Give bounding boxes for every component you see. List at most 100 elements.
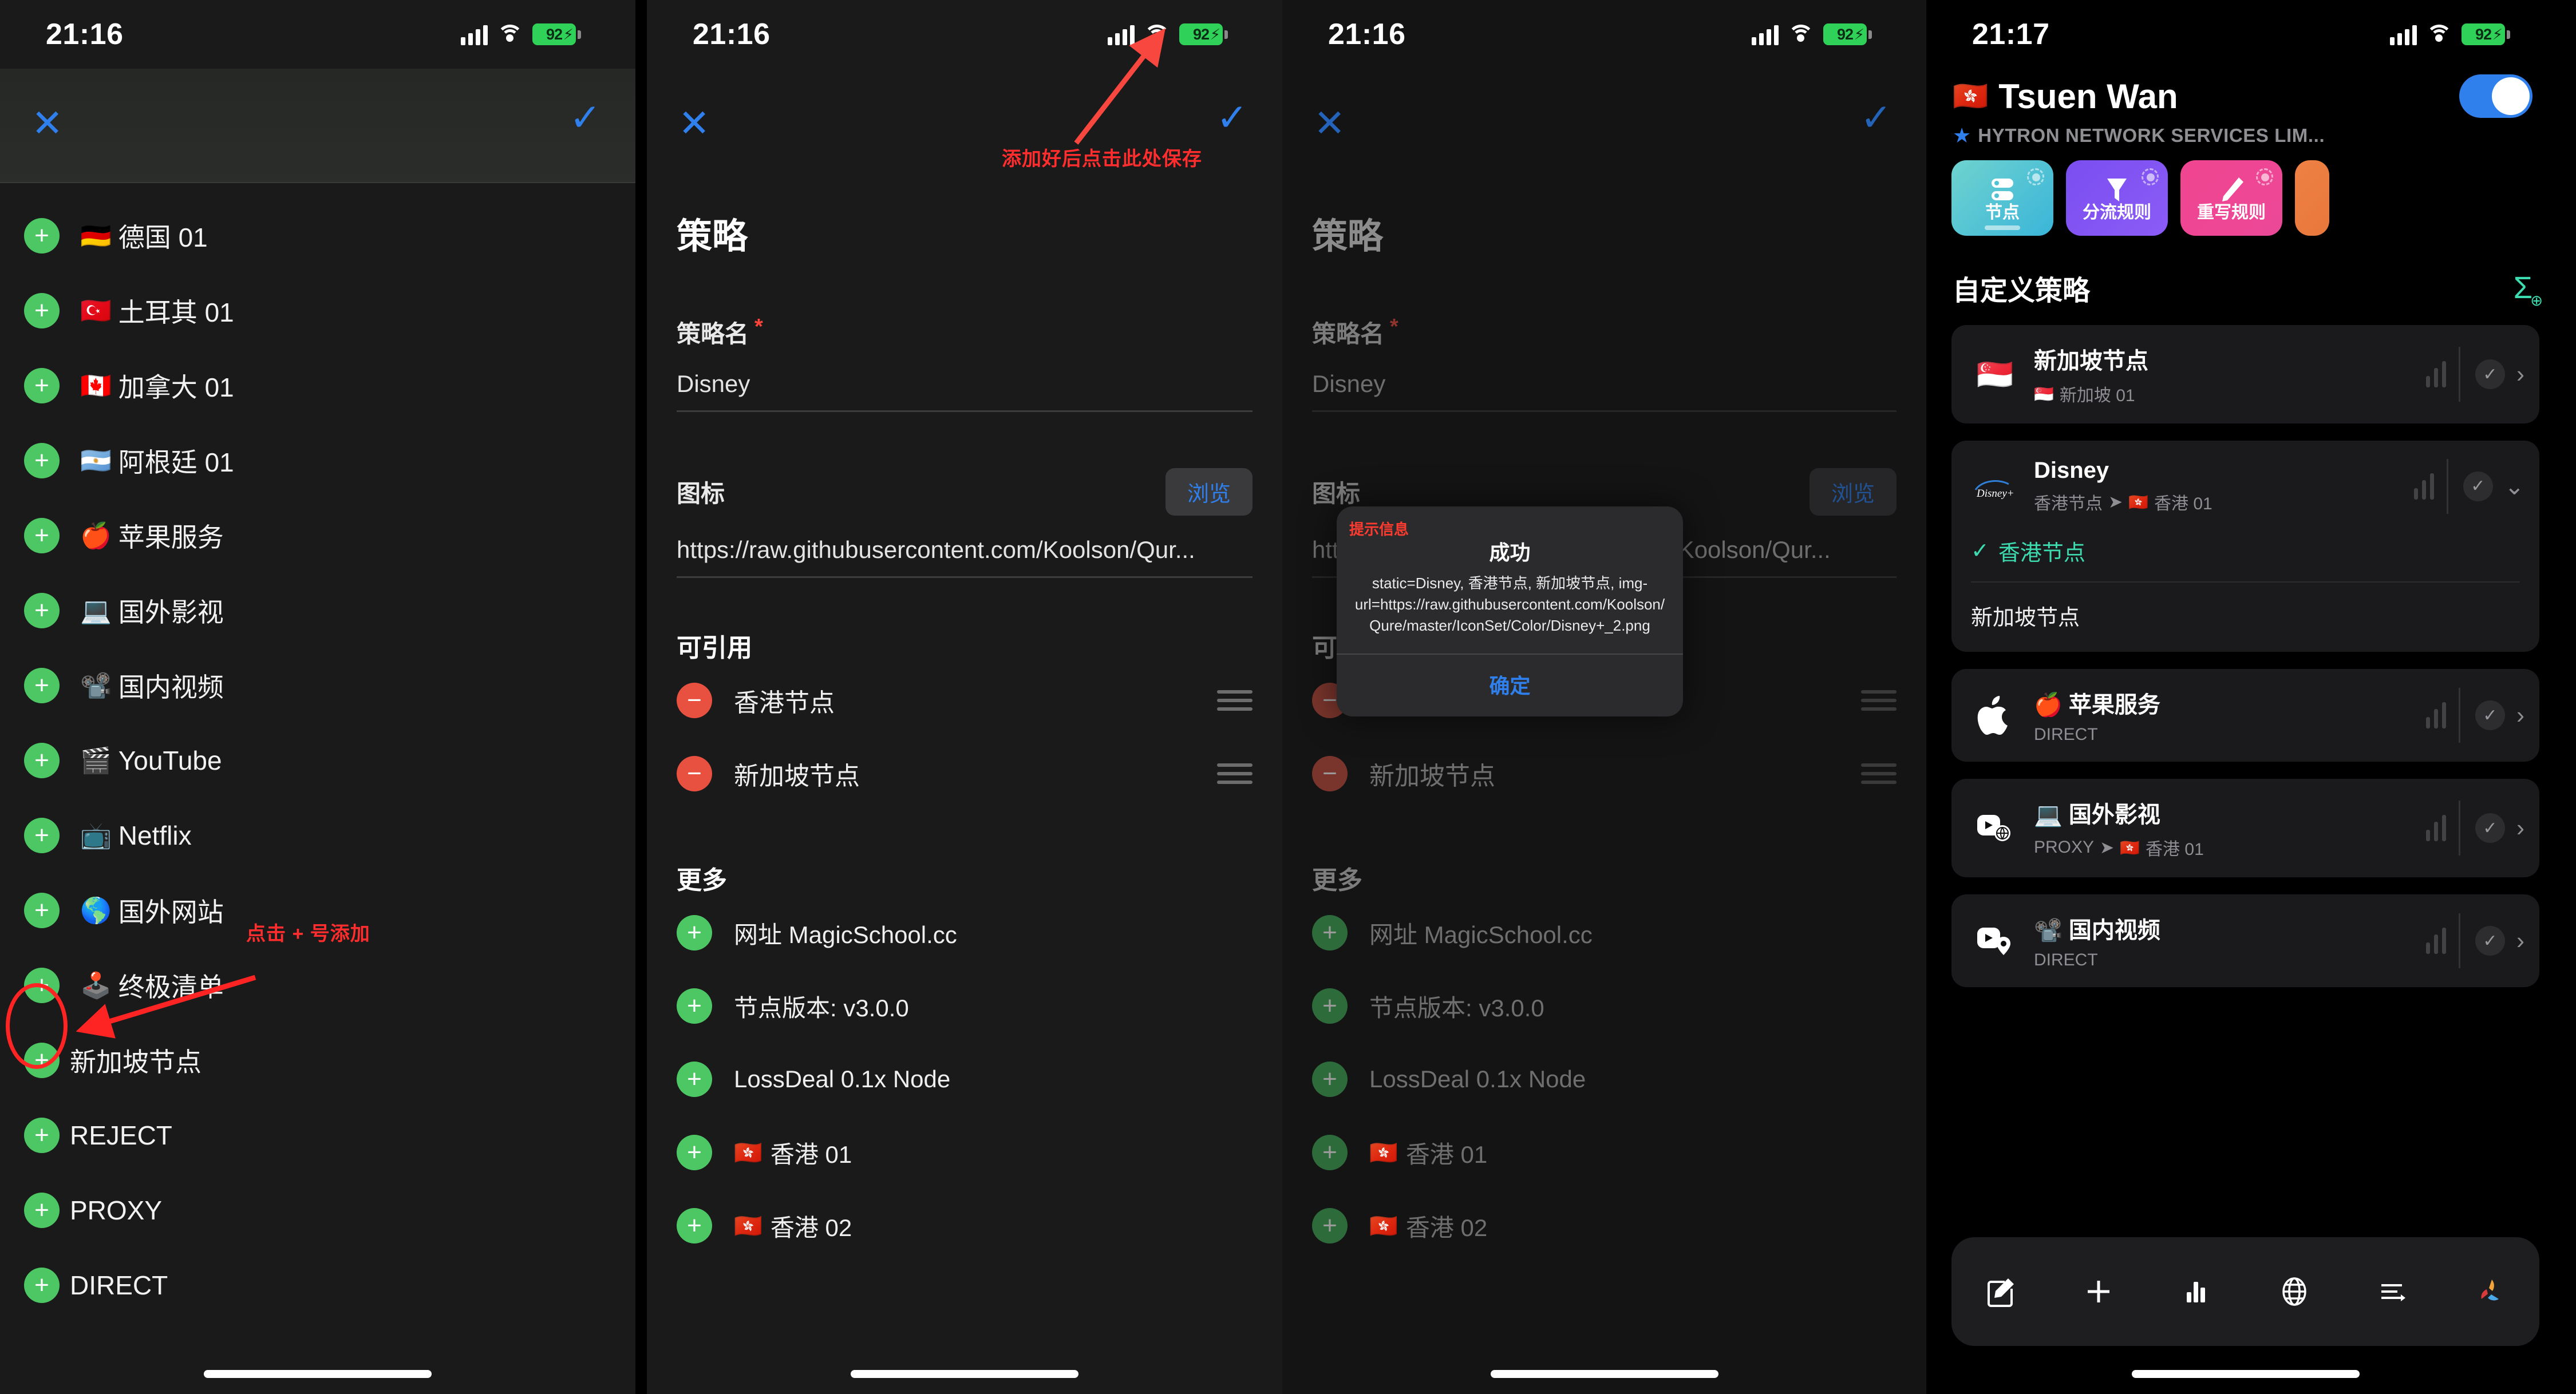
more-item[interactable]: + 节点版本: v3.0.0 [1312,969,1897,1043]
option-selected[interactable]: ✓ 香港节点 [1971,532,2520,581]
add-icon[interactable]: + [1312,1062,1348,1097]
node-list-item[interactable]: + 📺 Netflix [0,798,635,873]
more-item[interactable]: + 🇭🇰 香港 02 [1312,1189,1897,1262]
add-icon[interactable]: + [24,1267,60,1303]
icon-url-input[interactable]: https://raw.githubusercontent.com/Koolso… [677,536,1253,578]
compose-icon[interactable] [1983,1274,2018,1309]
more-item[interactable]: + 网址 MagicSchool.cc [1312,896,1897,969]
tile-more-partial[interactable] [2295,160,2329,236]
drag-handle-icon[interactable] [1861,758,1897,789]
policy-card[interactable]: 📽️ 国内视频 DIRECT ✓ › [1951,894,2539,987]
add-icon[interactable]: + [1312,988,1348,1024]
policy-name-input[interactable]: Disney [1312,370,1897,412]
more-item[interactable]: + LossDeal 0.1x Node [677,1043,1253,1116]
globe-icon[interactable] [2277,1274,2312,1309]
node-list-item[interactable]: + 🍎 苹果服务 [0,498,635,573]
referable-item[interactable]: − 新加坡节点 [1312,737,1897,810]
app-logo-icon[interactable] [2472,1274,2508,1309]
add-icon[interactable]: + [1312,1208,1348,1243]
drag-handle-icon[interactable] [1861,685,1897,716]
referable-item[interactable]: −香港节点 [677,664,1253,737]
remove-icon[interactable]: − [1312,756,1348,791]
more-item[interactable]: + 网址 MagicSchool.cc [677,896,1253,969]
add-icon[interactable]: + [1312,915,1348,951]
chevron-icon[interactable]: › [2516,816,2524,840]
requests-icon[interactable] [2374,1274,2410,1309]
node-list-item[interactable]: + 🎬 YouTube [0,723,635,798]
more-item[interactable]: + LossDeal 0.1x Node [1312,1043,1897,1116]
add-policy-icon[interactable]: Σ ⊕ [2514,272,2543,308]
tile-rewrite[interactable]: 重写规则 [2180,160,2282,236]
add-icon[interactable]: + [24,1192,60,1228]
check-icon[interactable]: ✓ [2475,926,2505,956]
close-icon[interactable]: ✕ [31,104,63,142]
chevron-icon[interactable]: › [2516,362,2524,386]
add-icon[interactable]: + [677,1135,712,1170]
add-icon[interactable]: + [24,817,60,853]
node-list-item[interactable]: + 💻 国外影视 [0,573,635,648]
chevron-icon[interactable]: ⌄ [2504,474,2524,498]
add-icon[interactable]: + [24,442,60,478]
check-icon[interactable]: ✓ [2475,359,2505,389]
node-list-item[interactable]: + 🇦🇷 阿根廷 01 [0,423,635,498]
add-icon[interactable]: + [24,517,60,553]
confirm-icon[interactable]: ✓ [1216,98,1248,136]
browse-button[interactable]: 浏览 [1809,468,1897,516]
policy-card[interactable]: 🇸🇬 新加坡节点 🇸🇬 新加坡 01 ✓ › [1951,325,2539,423]
alert-ok-button[interactable]: 确定 [1337,655,1683,716]
policy-name-input[interactable]: Disney [677,370,1253,412]
policy-card[interactable]: Disney+ Disney 香港节点 ➤ 🇭🇰 香港 01 ✓ ⌄ ✓ 香港节点 新加坡节点 [1951,441,2539,652]
add-icon[interactable]: + [24,292,60,328]
chevron-icon[interactable]: › [2516,703,2524,727]
check-icon[interactable]: ✓ [2475,700,2505,730]
add-icon[interactable]: + [677,915,712,951]
add-icon[interactable]: + [24,592,60,628]
node-list-item[interactable]: + 🇨🇦 加拿大 01 [0,348,635,423]
node-list-item[interactable]: + 🇹🇷 土耳其 01 [0,273,635,348]
node-list-item[interactable]: + REJECT [0,1098,635,1173]
node-list-item[interactable]: + PROXY [0,1173,635,1248]
add-icon[interactable]: + [24,667,60,703]
tile-nodes[interactable]: 节点 [1951,160,2053,236]
add-icon[interactable]: + [24,367,60,403]
plus-icon[interactable] [2081,1274,2116,1309]
policy-card-row[interactable]: 🍎 苹果服务 DIRECT ✓ › [1951,669,2539,762]
chart-icon[interactable] [2179,1274,2214,1309]
add-icon[interactable]: + [24,742,60,778]
check-icon[interactable]: ✓ [2463,471,2493,501]
chevron-icon[interactable]: › [2516,929,2524,953]
close-icon[interactable]: ✕ [678,104,710,142]
add-icon[interactable]: + [24,892,60,928]
check-icon[interactable]: ✓ [2475,813,2505,843]
more-item[interactable]: + 🇭🇰 香港 01 [1312,1116,1897,1189]
add-icon[interactable]: + [677,1208,712,1243]
policy-card[interactable]: 🍎 苹果服务 DIRECT ✓ › [1951,669,2539,762]
node-list-item[interactable]: + 📽️ 国内视频 [0,648,635,723]
add-icon[interactable]: + [1312,1135,1348,1170]
add-icon[interactable]: + [24,217,60,254]
policy-card-row[interactable]: 🇸🇬 新加坡节点 🇸🇬 新加坡 01 ✓ › [1951,325,2539,423]
vpn-toggle[interactable] [2459,74,2532,118]
policy-card-row[interactable]: 📽️ 国内视频 DIRECT ✓ › [1951,894,2539,987]
policy-card-row[interactable]: 💻 国外影视 PROXY ➤ 🇭🇰 香港 01 ✓ › [1951,779,2539,877]
add-icon[interactable]: + [677,988,712,1024]
close-icon[interactable]: ✕ [1314,104,1345,142]
confirm-icon[interactable]: ✓ [570,98,601,136]
referable-item[interactable]: − 新加坡节点 [677,737,1253,810]
drag-handle-icon[interactable] [1217,758,1253,789]
drag-handle-icon[interactable] [1217,685,1253,716]
browse-button[interactable]: 浏览 [1165,468,1253,516]
remove-icon[interactable]: − [677,683,712,718]
add-icon[interactable]: + [677,1062,712,1097]
remove-icon[interactable]: − [677,756,712,791]
add-icon[interactable]: + [24,1117,60,1153]
node-list-item[interactable]: + 🇩🇪 德国 01 [0,198,635,273]
confirm-icon[interactable]: ✓ [1860,98,1892,136]
more-item[interactable]: + 🇭🇰 香港 02 [677,1189,1253,1262]
option-item[interactable]: 新加坡节点 [1971,583,2520,635]
more-item[interactable]: + 🇭🇰 香港 01 [677,1116,1253,1189]
policy-card-row[interactable]: Disney+ Disney 香港节点 ➤ 🇭🇰 香港 01 ✓ ⌄ [1951,441,2539,532]
policy-card[interactable]: 💻 国外影视 PROXY ➤ 🇭🇰 香港 01 ✓ › [1951,779,2539,877]
node-list-item[interactable]: + DIRECT [0,1248,635,1322]
tile-rules[interactable]: 分流规则 [2066,160,2168,236]
